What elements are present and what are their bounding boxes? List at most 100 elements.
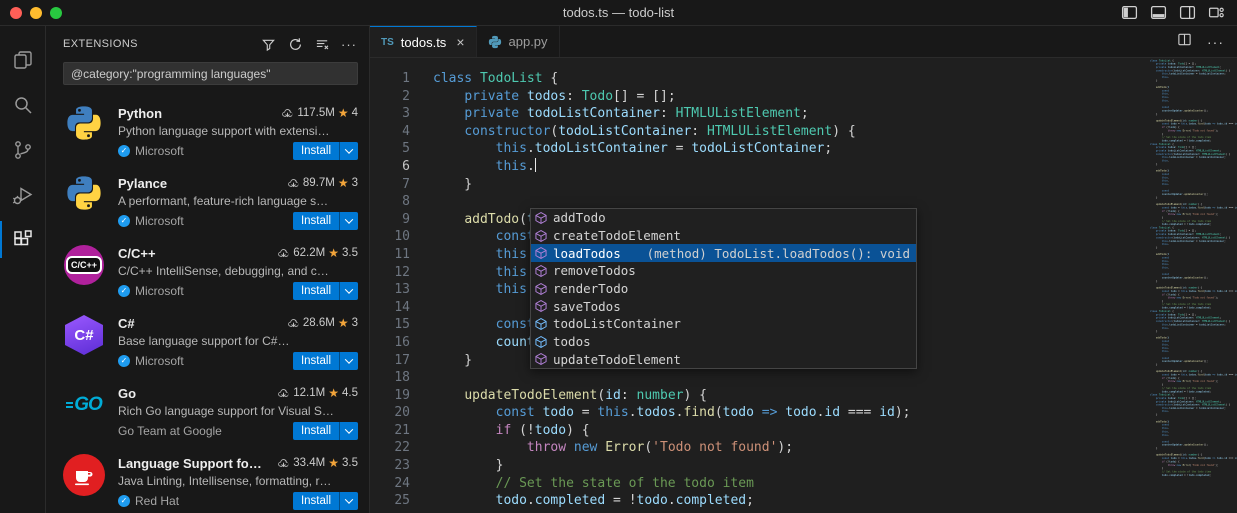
install-button[interactable]: Install [293, 422, 358, 440]
rating-value: 3 [352, 317, 358, 329]
suggestion-label: loadTodos [553, 246, 621, 261]
install-button[interactable]: Install [293, 282, 358, 300]
python-logo-icon [65, 174, 103, 217]
install-button[interactable]: Install [293, 492, 358, 510]
install-button[interactable]: Install [293, 352, 358, 370]
extension-stats: 33.4M★3.5 [271, 456, 358, 470]
suggestion-label: addTodo [553, 210, 606, 225]
install-button-label[interactable]: Install [293, 422, 339, 440]
filter-icon[interactable] [258, 34, 278, 54]
downloads-count: 89.7M [303, 177, 335, 189]
extension-logo: C/C++ [63, 244, 105, 286]
downloads-count: 33.4M [293, 457, 325, 469]
sidebar-more-actions-icon[interactable]: ··· [339, 34, 359, 54]
downloads-cloud-icon [287, 177, 300, 190]
field-kind-icon [534, 335, 548, 349]
customize-layout-icon[interactable] [1208, 4, 1225, 21]
close-tab-icon[interactable]: × [456, 34, 464, 50]
suggestion-item[interactable]: saveTodos [531, 297, 916, 315]
publisher-name: Microsoft [135, 354, 184, 368]
suggestion-item[interactable]: addTodo [531, 209, 916, 227]
line-number: 22 [370, 439, 410, 457]
verified-publisher-icon: ✓ [118, 495, 130, 507]
tab-app-py[interactable]: app.py [477, 26, 560, 57]
publisher-name: Microsoft [135, 284, 184, 298]
tab-todos-ts[interactable]: TStodos.ts× [370, 26, 477, 57]
minimap[interactable]: class TodoList { private todos: Todo[] =… [1148, 59, 1237, 513]
extension-row[interactable]: Language Support fo…33.4M★3.5Java Lintin… [46, 446, 369, 513]
suggestion-item[interactable]: todos [531, 333, 916, 351]
rating-star-icon: ★ [328, 386, 339, 400]
line-number: 20 [370, 404, 410, 422]
layout-sidebar-left-icon[interactable] [1121, 4, 1138, 21]
publisher-name: Microsoft [135, 144, 184, 158]
install-dropdown-icon[interactable] [339, 212, 358, 230]
suggestion-item[interactable]: createTodoElement [531, 227, 916, 245]
line-number: 4 [370, 123, 410, 141]
extension-row[interactable]: C/C++C/C++62.2M★3.5C/C++ IntelliSense, d… [46, 236, 369, 306]
line-number: 3 [370, 105, 410, 123]
install-button-label[interactable]: Install [293, 212, 339, 230]
editor-group: TStodos.ts×app.py ··· 1class TodoList {2… [370, 26, 1237, 513]
downloads-count: 28.6M [303, 317, 335, 329]
extensions-icon[interactable] [0, 217, 46, 262]
layout-sidebar-right-icon[interactable] [1179, 4, 1196, 21]
suggestion-item[interactable]: todoListContainer [531, 315, 916, 333]
suggestion-item[interactable]: renderTodo [531, 280, 916, 298]
install-button-label[interactable]: Install [293, 282, 339, 300]
extension-stats: 28.6M★3 [281, 316, 358, 330]
code-line: 2 private todos: Todo[] = []; [370, 88, 1237, 106]
source-control-icon[interactable] [0, 127, 46, 172]
install-button[interactable]: Install [293, 212, 358, 230]
suggestion-label: todos [553, 334, 591, 349]
close-window-button[interactable] [10, 7, 22, 19]
line-number: 6 [370, 158, 410, 176]
refresh-icon[interactable] [285, 34, 305, 54]
install-dropdown-icon[interactable] [339, 352, 358, 370]
tab-bar: TStodos.ts×app.py ··· [370, 26, 1237, 58]
extension-name: C/C++ [118, 246, 156, 261]
install-dropdown-icon[interactable] [339, 142, 358, 160]
extensions-search-input[interactable] [64, 63, 357, 84]
extension-row[interactable]: Python117.5M★4Python language support wi… [46, 96, 369, 166]
install-dropdown-icon[interactable] [339, 422, 358, 440]
suggestion-item[interactable]: updateTodoElement [531, 351, 916, 369]
clear-search-results-icon[interactable] [312, 34, 332, 54]
suggestion-label: updateTodoElement [553, 352, 681, 367]
search-icon[interactable] [0, 82, 46, 127]
typescript-file-icon: TS [381, 37, 394, 48]
maximize-window-button[interactable] [50, 7, 62, 19]
suggestion-item[interactable]: removeTodos [531, 262, 916, 280]
editor-more-actions-icon[interactable]: ··· [1207, 34, 1224, 50]
layout-panel-icon[interactable] [1150, 4, 1167, 21]
suggestion-label: createTodoElement [553, 228, 681, 243]
install-button-label[interactable]: Install [293, 142, 339, 160]
install-button-label[interactable]: Install [293, 352, 339, 370]
rating-value: 3 [352, 177, 358, 189]
line-number: 23 [370, 457, 410, 475]
extension-name: Python [118, 106, 162, 121]
extension-row[interactable]: Pylance89.7M★3A performant, feature-rich… [46, 166, 369, 236]
code-editor[interactable]: 1class TodoList {2 private todos: Todo[]… [370, 58, 1237, 510]
downloads-cloud-icon [277, 247, 290, 260]
code-line: 1class TodoList { [370, 70, 1237, 88]
split-editor-icon[interactable] [1177, 32, 1192, 52]
downloads-cloud-icon [281, 107, 294, 120]
install-dropdown-icon[interactable] [339, 492, 358, 510]
install-button-label[interactable]: Install [293, 492, 339, 510]
install-button[interactable]: Install [293, 142, 358, 160]
suggest-widget: addTodo createTodoElementloadTodos(method… [530, 208, 917, 369]
run-and-debug-icon[interactable] [0, 172, 46, 217]
rating-value: 3.5 [342, 247, 358, 259]
minimize-window-button[interactable] [30, 7, 42, 19]
downloads-cloud-icon [287, 317, 300, 330]
install-dropdown-icon[interactable] [339, 282, 358, 300]
extension-row[interactable]: GOGo12.1M★4.5Rich Go language support fo… [46, 376, 369, 446]
explorer-icon[interactable] [0, 37, 46, 82]
extension-logo [63, 174, 105, 216]
extension-row[interactable]: C#C#28.6M★3Base language support for C#…… [46, 306, 369, 376]
rating-star-icon: ★ [338, 106, 349, 120]
suggestion-item[interactable]: loadTodos(method) TodoList.loadTodos(): … [531, 244, 916, 262]
rating-value: 4.5 [342, 387, 358, 399]
extension-description: Java Linting, Intellisense, formatting, … [118, 472, 358, 491]
